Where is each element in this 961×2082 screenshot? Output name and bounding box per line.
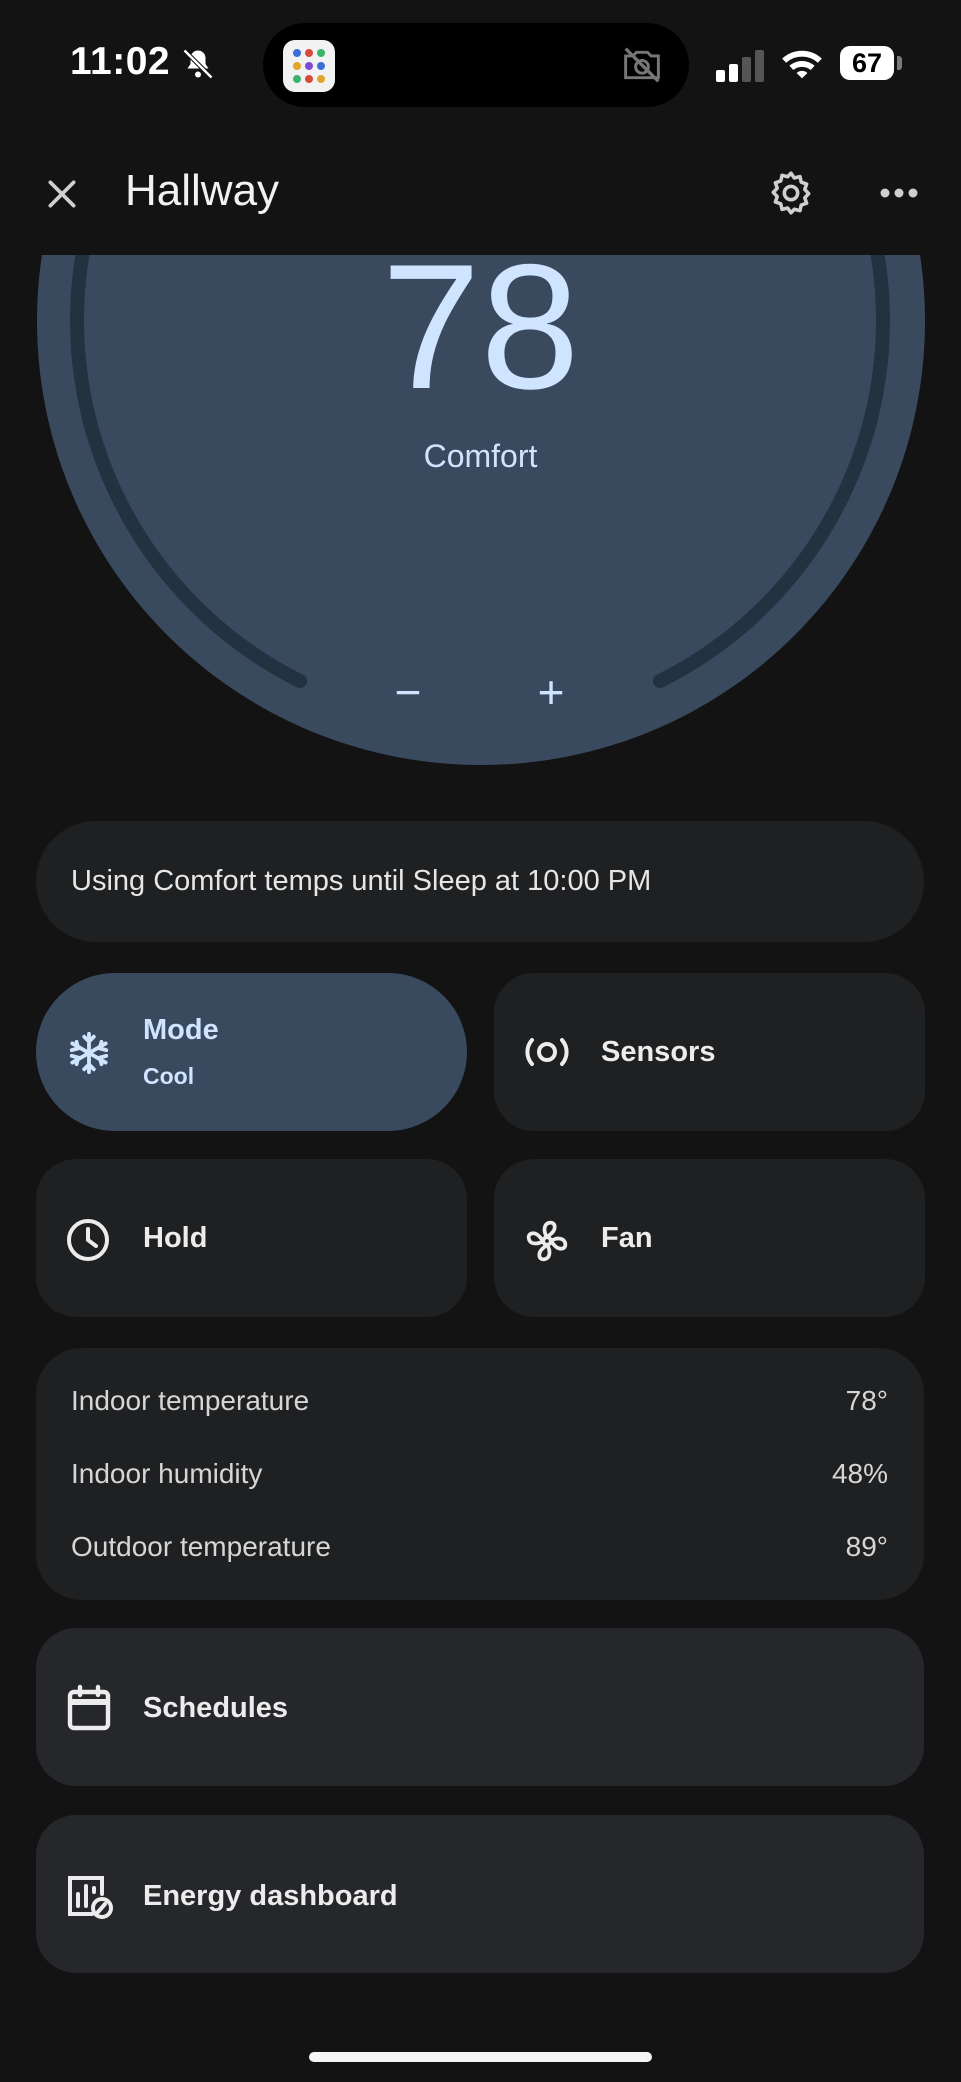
- battery-level: 67: [840, 46, 894, 80]
- mode-label: Mode: [143, 1014, 219, 1046]
- sensors-label: Sensors: [601, 1036, 716, 1068]
- indoor-humidity-label: Indoor humidity: [71, 1458, 263, 1489]
- sensor-icon: [522, 1034, 572, 1070]
- status-time: 11:02: [70, 40, 171, 83]
- close-icon[interactable]: [42, 174, 82, 214]
- battery-icon: [897, 56, 902, 70]
- preset-label: Comfort: [423, 438, 538, 474]
- energy-dashboard-label: Energy dashboard: [143, 1880, 398, 1912]
- schedule-banner-text: Using Comfort temps until Sleep at 10:00…: [71, 865, 652, 897]
- indoor-temperature-label: Indoor temperature: [71, 1385, 310, 1416]
- increase-temperature-button[interactable]: +: [523, 666, 579, 718]
- indoor-temperature-value: 78°: [845, 1385, 888, 1416]
- fan-icon: [522, 1216, 572, 1266]
- schedules-label: Schedules: [143, 1692, 289, 1724]
- camera-off-icon: [620, 45, 664, 85]
- silent-mode-icon: [180, 46, 216, 82]
- outdoor-temperature-value: 89°: [845, 1531, 888, 1562]
- hold-label: Hold: [143, 1222, 208, 1254]
- snowflake-icon: [66, 1030, 112, 1076]
- calendar-icon: [66, 1684, 112, 1732]
- app-grid-icon: [283, 40, 335, 92]
- decrease-temperature-button[interactable]: −: [380, 666, 436, 718]
- wifi-icon: [780, 46, 824, 82]
- clock-icon: [64, 1216, 112, 1264]
- energy-dashboard-icon: [64, 1872, 114, 1920]
- outdoor-temperature-label: Outdoor temperature: [71, 1531, 331, 1562]
- target-temperature: 78: [381, 227, 580, 426]
- fan-label: Fan: [601, 1222, 653, 1254]
- cellular-signal-icon: [716, 48, 766, 82]
- indoor-humidity-value: 48%: [831, 1458, 888, 1489]
- more-horizontal-icon[interactable]: [878, 183, 920, 203]
- home-indicator[interactable]: [309, 2052, 652, 2062]
- mode-value: Cool: [143, 1063, 195, 1089]
- gear-icon[interactable]: [766, 168, 816, 218]
- page-title: Hallway: [125, 166, 280, 215]
